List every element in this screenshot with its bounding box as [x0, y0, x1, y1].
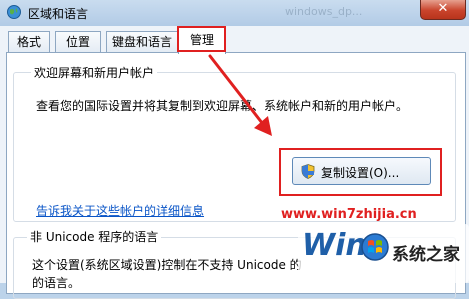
tab-label: 键盘和语言	[111, 35, 172, 49]
unicode-description-line1: 这个设置(系统区域设置)控制在不支持 Unicode 的	[32, 258, 302, 272]
tab-highlight-box	[177, 26, 226, 52]
annotation-arrow-icon	[208, 54, 272, 136]
title-bar: 区域和语言 windows_dp... ✕	[0, 0, 469, 27]
copy-settings-label: 复制设置(O)...	[321, 166, 400, 180]
tab-label: 格式	[16, 35, 41, 49]
copy-settings-button[interactable]: 复制设置(O)...	[292, 157, 431, 185]
unicode-group-label: 非 Unicode 程序的语言	[27, 228, 162, 245]
account-info-link[interactable]: 告诉我关于这些帐户的详细信息	[36, 202, 204, 219]
window-title: 区域和语言	[28, 7, 89, 21]
windows-orb-icon	[361, 233, 389, 261]
uac-shield-icon	[301, 164, 315, 179]
background-window-title: windows_dp...	[285, 5, 363, 18]
watermark-logo-text: Win	[302, 228, 367, 263]
close-button[interactable]: ✕	[420, 0, 466, 20]
tab-keyboards-languages[interactable]: 键盘和语言	[106, 31, 178, 53]
close-icon: ✕	[437, 1, 449, 16]
tab-label: 位置	[65, 35, 90, 49]
tab-formats[interactable]: 格式	[8, 31, 50, 53]
watermark-home-text: 系统之家	[392, 245, 460, 265]
tab-location[interactable]: 位置	[55, 31, 101, 53]
watermark-url: www.win7zhijia.cn	[281, 207, 417, 222]
welcome-group-label: 欢迎屏幕和新用户帐户	[31, 64, 158, 81]
watermark-logo: Win 系统之家	[298, 224, 469, 283]
globe-icon	[7, 5, 21, 19]
